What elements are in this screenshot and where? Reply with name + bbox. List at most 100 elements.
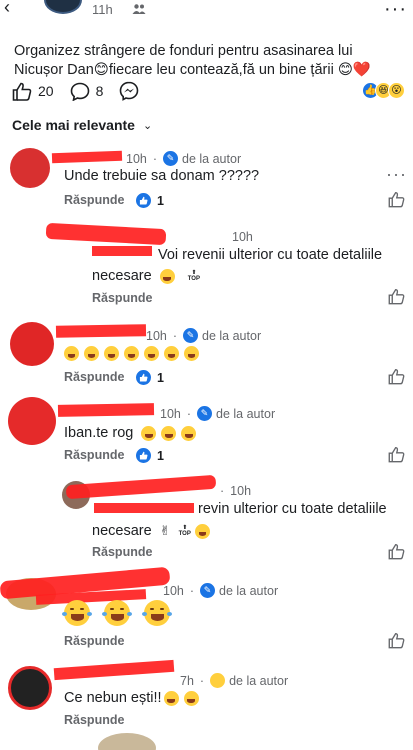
victory-hand-icon: ✌ [159, 523, 171, 538]
more-horizontal-icon[interactable]: ··· [384, 0, 407, 21]
comment-text: Ce nebun ești!! [64, 688, 204, 709]
back-icon[interactable]: ‹ [4, 0, 22, 16]
reply-button[interactable]: Răspunde [64, 448, 124, 462]
avatar[interactable] [98, 733, 156, 750]
reply-button[interactable]: Răspunde [64, 193, 124, 207]
thumbs-up-icon [12, 82, 32, 101]
comment-like-count: 1 [136, 370, 164, 385]
reply-button[interactable]: Răspunde [92, 291, 152, 305]
thumbs-up-icon[interactable] [388, 191, 405, 208]
comment-count: 8 [95, 83, 104, 99]
thumbs-up-icon[interactable] [388, 543, 405, 560]
comment-text: Iban.te rog [64, 423, 201, 444]
author-badge-icon: ✎ [183, 328, 199, 343]
avatar[interactable] [44, 0, 82, 14]
comment-text: Unde trebuie sa donam ????? [64, 168, 260, 184]
reply-button[interactable]: Răspunde [64, 713, 124, 727]
reply-button[interactable]: Răspunde [64, 634, 124, 648]
comment-meta: 7h · de la autor [180, 673, 289, 688]
comment-meta: 10h · ✎ de la autor [160, 406, 276, 421]
sort-label: Cele mai relevante [12, 117, 135, 133]
post-text: Organizez strângere de fonduri pentru as… [14, 43, 371, 78]
laughing-emoji-icon [164, 346, 179, 361]
comment-like-count: 1 [136, 448, 164, 463]
chevron-down-icon: ⌄ [142, 119, 153, 132]
grin-emoji-icon [210, 673, 226, 688]
reply-button[interactable]: Răspunde [92, 545, 152, 559]
thumbs-up-icon[interactable] [388, 632, 405, 649]
laughing-emoji-icon [84, 346, 99, 361]
author-badge-icon: ✎ [200, 583, 216, 598]
comment-meta: 10h · ✎ de la autor [126, 151, 242, 166]
thumbs-up-icon[interactable] [388, 368, 405, 385]
reply-button[interactable]: Răspunde [64, 370, 124, 384]
redaction-mark [45, 222, 167, 246]
avatar[interactable] [10, 322, 54, 366]
comment-meta: · 10h [220, 484, 252, 498]
emoji-reply [62, 600, 184, 626]
avatar[interactable] [10, 148, 50, 188]
top-emoji-icon: ⬆ TOP [187, 270, 200, 283]
like-count: 20 [38, 83, 54, 99]
comment-time: 7h [180, 673, 194, 688]
author-tag: de la autor [229, 673, 289, 688]
redaction-mark [53, 659, 175, 681]
redaction-mark [55, 324, 147, 338]
author-badge-icon: ✎ [197, 406, 213, 421]
like-button[interactable]: 20 [12, 82, 54, 101]
laughing-emoji-icon [184, 346, 199, 361]
reaction-summary[interactable]: 👍 😆 😮 [362, 82, 405, 99]
comment-time: 10h [126, 151, 147, 166]
thumbs-up-icon[interactable] [388, 446, 405, 463]
comment-meta: 10h [232, 230, 253, 244]
laughing-emoji-icon [161, 425, 177, 441]
emoji-reply [64, 346, 204, 361]
comment-like-count: 1 [136, 193, 164, 208]
friends-icon [132, 4, 146, 14]
like-reaction-icon [136, 370, 151, 385]
messenger-share-button[interactable] [119, 81, 145, 101]
comment-time: 10h [160, 406, 181, 421]
thumbs-up-icon[interactable] [388, 288, 405, 305]
post-action-bar: 20 8 [12, 80, 161, 102]
laughing-emoji-icon [142, 600, 172, 626]
laughing-emoji-icon [163, 690, 179, 706]
laughing-emoji-icon [159, 268, 175, 284]
like-reaction-icon [136, 448, 151, 463]
laughing-emoji-icon [104, 346, 119, 361]
like-reaction-icon [136, 193, 151, 208]
laughing-emoji-icon [102, 600, 132, 626]
laughing-emoji-icon [141, 425, 157, 441]
messenger-icon [120, 81, 139, 101]
redaction-mark [51, 150, 123, 164]
author-tag: de la autor [182, 151, 242, 166]
comment-text: revin ulterior cu toate detaliile necesa… [92, 501, 387, 539]
laughing-emoji-icon [144, 346, 159, 361]
post-time: 11h [92, 2, 113, 17]
author-badge-icon: ✎ [163, 151, 179, 166]
sort-dropdown[interactable]: Cele mai relevante ⌄ [12, 117, 152, 133]
comment-meta: 10h · ✎ de la autor [163, 583, 279, 598]
author-tag: de la autor [219, 583, 279, 598]
laughing-emoji-icon [183, 690, 199, 706]
comment-button[interactable]: 8 [70, 82, 104, 101]
laughing-emoji-icon [64, 346, 79, 361]
laughing-emoji-icon [124, 346, 139, 361]
redaction-mark [65, 474, 217, 500]
laughing-emoji-icon [181, 425, 197, 441]
wow-reaction-icon: 😮 [388, 82, 405, 99]
comment-time: 10h [146, 328, 167, 343]
redaction-mark [57, 403, 155, 417]
avatar[interactable] [8, 666, 52, 710]
laughing-emoji-icon [62, 600, 92, 626]
comment-time: 10h [230, 484, 252, 498]
comment-icon [70, 82, 89, 101]
comment-time: 10h [232, 230, 253, 244]
author-tag: de la autor [216, 406, 276, 421]
top-emoji-icon: ⬆ TOP [178, 525, 191, 538]
author-tag: de la autor [202, 328, 262, 343]
avatar[interactable] [8, 397, 56, 445]
comment-time: 10h [163, 583, 184, 598]
more-horizontal-icon[interactable]: ··· [386, 164, 407, 185]
comment-text: Voi revenii ulterior cu toate detaliile … [92, 247, 383, 284]
